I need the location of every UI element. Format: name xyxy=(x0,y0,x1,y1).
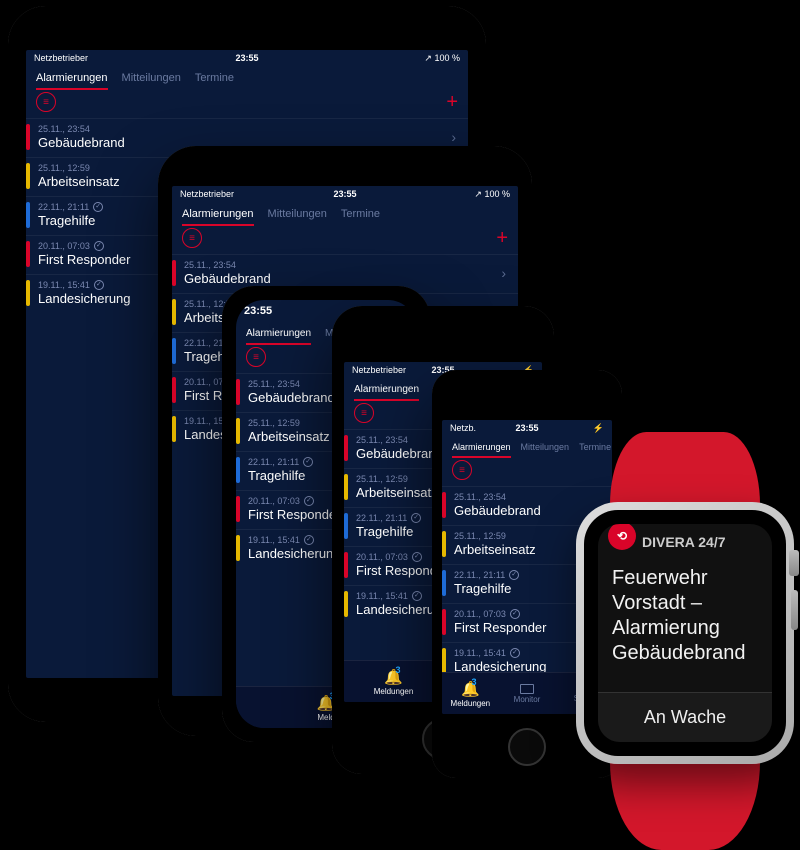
watch-screen: ⟲ DIVERA 24/7 Feuerwehr Vorstadt – Alarm… xyxy=(598,524,772,742)
home-button[interactable] xyxy=(508,728,546,766)
device-apple-watch: ⟲ DIVERA 24/7 Feuerwehr Vorstadt – Alarm… xyxy=(576,502,794,764)
watch-app-name: DIVERA 24/7 xyxy=(642,534,726,550)
statusbar-time: 23:55 xyxy=(442,423,612,433)
app-logo-icon: ⟲ xyxy=(608,524,636,550)
category-stripe xyxy=(236,379,240,405)
digital-crown[interactable] xyxy=(789,550,799,576)
badge-count: 3 xyxy=(471,677,476,687)
chevron-right-icon: › xyxy=(497,265,510,281)
category-stripe xyxy=(172,416,176,442)
category-stripe xyxy=(344,435,348,461)
nav-label: Meldungen xyxy=(374,687,414,696)
category-stripe xyxy=(172,299,176,325)
statusbar-time: 23:55 xyxy=(172,189,518,199)
nav-monitor[interactable]: Monitor xyxy=(499,673,556,714)
alert-timestamp: 25.11., 23:54 xyxy=(38,124,447,134)
watch-side-button[interactable] xyxy=(791,590,798,630)
status-bar: Netzbetrieber 23:55 ↗ 100 % xyxy=(172,186,518,202)
nav-label: Meldungen xyxy=(451,699,491,708)
ack-check-icon: ✓ xyxy=(412,591,422,601)
statusbar-time: 23:55 xyxy=(26,53,468,63)
ack-check-icon: ✓ xyxy=(94,280,104,290)
ack-check-icon: ✓ xyxy=(510,609,520,619)
top-tabs: Alarmierungen Mitteilungen Termine xyxy=(26,66,468,84)
status-bar: Netzb. 23:55 ⚡ xyxy=(442,420,612,436)
ack-check-icon: ✓ xyxy=(93,202,103,212)
filter-icon[interactable]: ≡ xyxy=(452,460,472,480)
chevron-right-icon: › xyxy=(447,129,460,145)
category-stripe xyxy=(344,474,348,500)
alert-title: Gebäudebrand xyxy=(184,271,497,286)
ack-check-icon: ✓ xyxy=(304,535,314,545)
filter-icon[interactable]: ≡ xyxy=(36,92,56,112)
tab-mitteilungen[interactable]: Mitteilungen xyxy=(268,208,327,220)
tab-termine[interactable]: Termine xyxy=(341,208,380,220)
alert-timestamp: 25.11., 23:54 xyxy=(454,492,604,502)
tab-mitteilungen[interactable]: Mitteilungen xyxy=(122,72,181,84)
category-stripe xyxy=(26,241,30,267)
tab-alarmierungen[interactable]: Alarmierungen xyxy=(354,384,419,395)
category-stripe xyxy=(26,280,30,306)
filter-icon[interactable]: ≡ xyxy=(354,403,374,423)
category-stripe xyxy=(236,457,240,483)
tab-termine[interactable]: Termine xyxy=(579,442,611,452)
nav-meldungen[interactable]: 🔔 3 Meldungen xyxy=(344,661,443,702)
tab-alarmierungen[interactable]: Alarmierungen xyxy=(452,442,511,452)
alert-title: Gebäudebrand xyxy=(454,503,604,518)
category-stripe xyxy=(344,513,348,539)
category-stripe xyxy=(172,377,176,403)
category-stripe xyxy=(26,163,30,189)
ack-check-icon: ✓ xyxy=(94,241,104,251)
tab-alarmierungen[interactable]: Alarmierungen xyxy=(182,208,254,220)
category-stripe xyxy=(442,531,446,557)
ack-check-icon: ✓ xyxy=(303,457,313,467)
monitor-icon xyxy=(520,684,534,694)
watch-action-button[interactable]: An Wache xyxy=(598,692,772,742)
filter-icon[interactable]: ≡ xyxy=(246,347,266,367)
add-icon[interactable]: + xyxy=(496,228,508,248)
ack-check-icon: ✓ xyxy=(411,513,421,523)
badge-count: 3 xyxy=(395,665,400,675)
statusbar-time: 23:55 xyxy=(244,305,272,317)
category-stripe xyxy=(344,552,348,578)
category-stripe xyxy=(26,202,30,228)
tab-alarmierungen[interactable]: Alarmierungen xyxy=(246,328,311,339)
nav-label: Monitor xyxy=(514,695,541,704)
watch-notification-body: Feuerwehr Vorstadt – Alarmierung Gebäude… xyxy=(598,562,772,692)
category-stripe xyxy=(236,418,240,444)
tab-mitteilungen[interactable]: Mitteilungen xyxy=(521,442,570,452)
category-stripe xyxy=(172,260,176,286)
category-stripe xyxy=(442,609,446,635)
tab-termine[interactable]: Termine xyxy=(195,72,234,84)
category-stripe xyxy=(442,570,446,596)
category-stripe xyxy=(26,124,30,150)
category-stripe xyxy=(236,535,240,561)
alert-timestamp: 25.11., 23:54 xyxy=(184,260,497,270)
nav-meldungen[interactable]: 🔔 3 Meldungen xyxy=(442,673,499,714)
ack-check-icon: ✓ xyxy=(510,648,520,658)
category-stripe xyxy=(344,591,348,617)
ack-check-icon: ✓ xyxy=(412,552,422,562)
category-stripe xyxy=(236,496,240,522)
category-stripe xyxy=(172,338,176,364)
category-stripe xyxy=(442,648,446,674)
add-icon[interactable]: + xyxy=(446,92,458,112)
filter-icon[interactable]: ≡ xyxy=(182,228,202,248)
status-bar: Netzbetrieber 23:55 ↗ 100 % xyxy=(26,50,468,66)
category-stripe xyxy=(442,492,446,518)
watch-header: ⟲ DIVERA 24/7 xyxy=(598,524,772,562)
ack-check-icon: ✓ xyxy=(304,496,314,506)
ack-check-icon: ✓ xyxy=(509,570,519,580)
tab-alarmierungen[interactable]: Alarmierungen xyxy=(36,72,108,84)
bell-icon: 🔔 xyxy=(461,680,480,698)
